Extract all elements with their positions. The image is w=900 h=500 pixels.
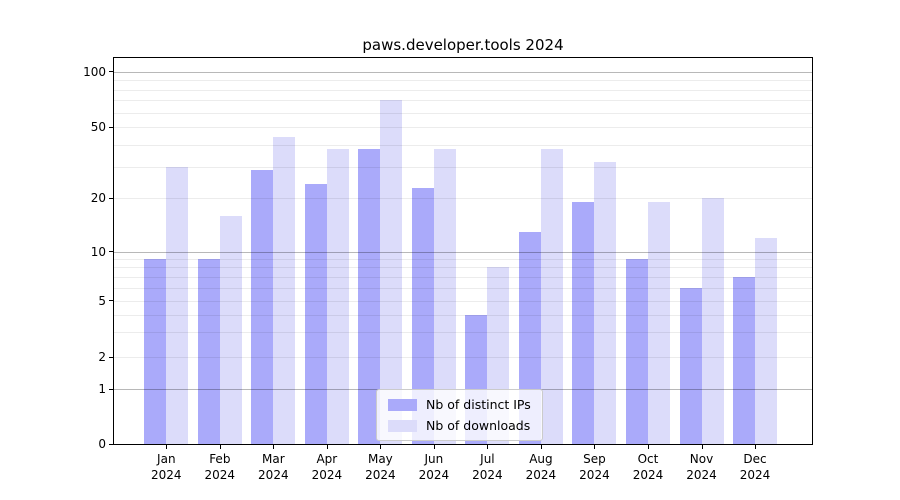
gridline-minor [114, 332, 812, 333]
y-tick-mark [109, 357, 113, 358]
x-tick-mark [166, 445, 167, 449]
legend-swatch-downloads [388, 420, 417, 432]
x-tick-label: Sep2024 [562, 451, 626, 483]
y-tick-label: 5 [52, 294, 106, 308]
x-tick-label: Jun2024 [402, 451, 466, 483]
bar-nov-downloads [702, 198, 724, 444]
y-tick-label: 0 [52, 437, 106, 451]
x-tick-label: Aug2024 [509, 451, 573, 483]
x-tick-mark [380, 445, 381, 449]
bar-aug-downloads [541, 149, 563, 444]
gridline-minor [114, 198, 812, 199]
gridline-minor [114, 90, 812, 91]
bar-dec-downloads [755, 238, 777, 444]
gridline-minor [114, 259, 812, 260]
x-tick-label: Apr2024 [295, 451, 359, 483]
x-tick-label: Mar2024 [241, 451, 305, 483]
gridline-minor [114, 315, 812, 316]
x-tick-mark [273, 445, 274, 449]
y-tick-mark [109, 389, 113, 390]
x-tick-mark [648, 445, 649, 449]
x-tick-mark [434, 445, 435, 449]
gridline-minor [114, 357, 812, 358]
y-tick-mark [109, 127, 113, 128]
bar-feb-downloads [220, 216, 242, 444]
bar-dec-distinct-ips [733, 277, 755, 444]
x-tick-mark [594, 445, 595, 449]
y-tick-mark [109, 251, 113, 252]
legend-entry-downloads: Nb of downloads [388, 418, 531, 433]
x-tick-label: Dec2024 [723, 451, 787, 483]
gridline-minor [114, 113, 812, 114]
bar-sep-downloads [594, 162, 616, 444]
gridline-minor [114, 288, 812, 289]
y-tick-mark [109, 444, 113, 445]
bar-apr-distinct-ips [305, 184, 327, 444]
bars-layer [114, 58, 812, 444]
x-tick-label: Oct2024 [616, 451, 680, 483]
x-tick-mark [487, 445, 488, 449]
y-tick-mark [109, 198, 113, 199]
gridline-minor [114, 301, 812, 302]
x-tick-label: Nov2024 [670, 451, 734, 483]
bar-mar-distinct-ips [251, 170, 273, 444]
bar-mar-downloads [273, 137, 295, 444]
bar-apr-downloads [327, 149, 349, 444]
gridline-minor [114, 267, 812, 268]
x-tick-label: Feb2024 [188, 451, 252, 483]
gridlines-layer [114, 58, 812, 444]
x-tick-label: Jan2024 [134, 451, 198, 483]
gridline-minor [114, 145, 812, 146]
y-tick-mark [109, 71, 113, 72]
legend-swatch-distinct-ips [388, 399, 417, 411]
legend-entry-distinct-ips: Nb of distinct IPs [388, 397, 531, 412]
gridline-minor [114, 80, 812, 81]
y-tick-label: 2 [52, 350, 106, 364]
x-tick-mark [220, 445, 221, 449]
legend-label-distinct-ips: Nb of distinct IPs [426, 397, 531, 412]
gridline-major [114, 72, 812, 73]
x-tick-label: May2024 [348, 451, 412, 483]
x-tick-mark [702, 445, 703, 449]
gridline-minor [114, 127, 812, 128]
bar-oct-distinct-ips [626, 259, 648, 444]
chart-figure: paws.developer.tools 2024 0125102050100J… [0, 0, 900, 500]
x-tick-mark [755, 445, 756, 449]
y-tick-label: 50 [52, 120, 106, 134]
x-tick-mark [327, 445, 328, 449]
gridline-minor [114, 100, 812, 101]
bar-oct-downloads [648, 202, 670, 444]
gridline-minor [114, 167, 812, 168]
gridline-major [114, 252, 812, 253]
y-tick-label: 1 [52, 382, 106, 396]
bar-jan-distinct-ips [144, 259, 166, 444]
x-tick-label: Jul2024 [455, 451, 519, 483]
bar-nov-distinct-ips [680, 288, 702, 444]
plot-area: 0125102050100Jan2024Feb2024Mar2024Apr202… [113, 57, 813, 445]
bar-jan-downloads [166, 167, 188, 444]
chart-title: paws.developer.tools 2024 [113, 36, 813, 54]
legend-label-downloads: Nb of downloads [426, 418, 530, 433]
y-tick-label: 20 [52, 191, 106, 205]
bar-feb-distinct-ips [198, 259, 220, 444]
y-tick-mark [109, 300, 113, 301]
y-tick-label: 100 [52, 65, 106, 79]
axis-ticks-layer: 0125102050100Jan2024Feb2024Mar2024Apr202… [114, 58, 812, 444]
bar-sep-distinct-ips [572, 202, 594, 444]
gridline-minor [114, 277, 812, 278]
x-tick-mark [541, 445, 542, 449]
legend: Nb of distinct IPs Nb of downloads [376, 389, 543, 441]
y-tick-label: 10 [52, 245, 106, 259]
